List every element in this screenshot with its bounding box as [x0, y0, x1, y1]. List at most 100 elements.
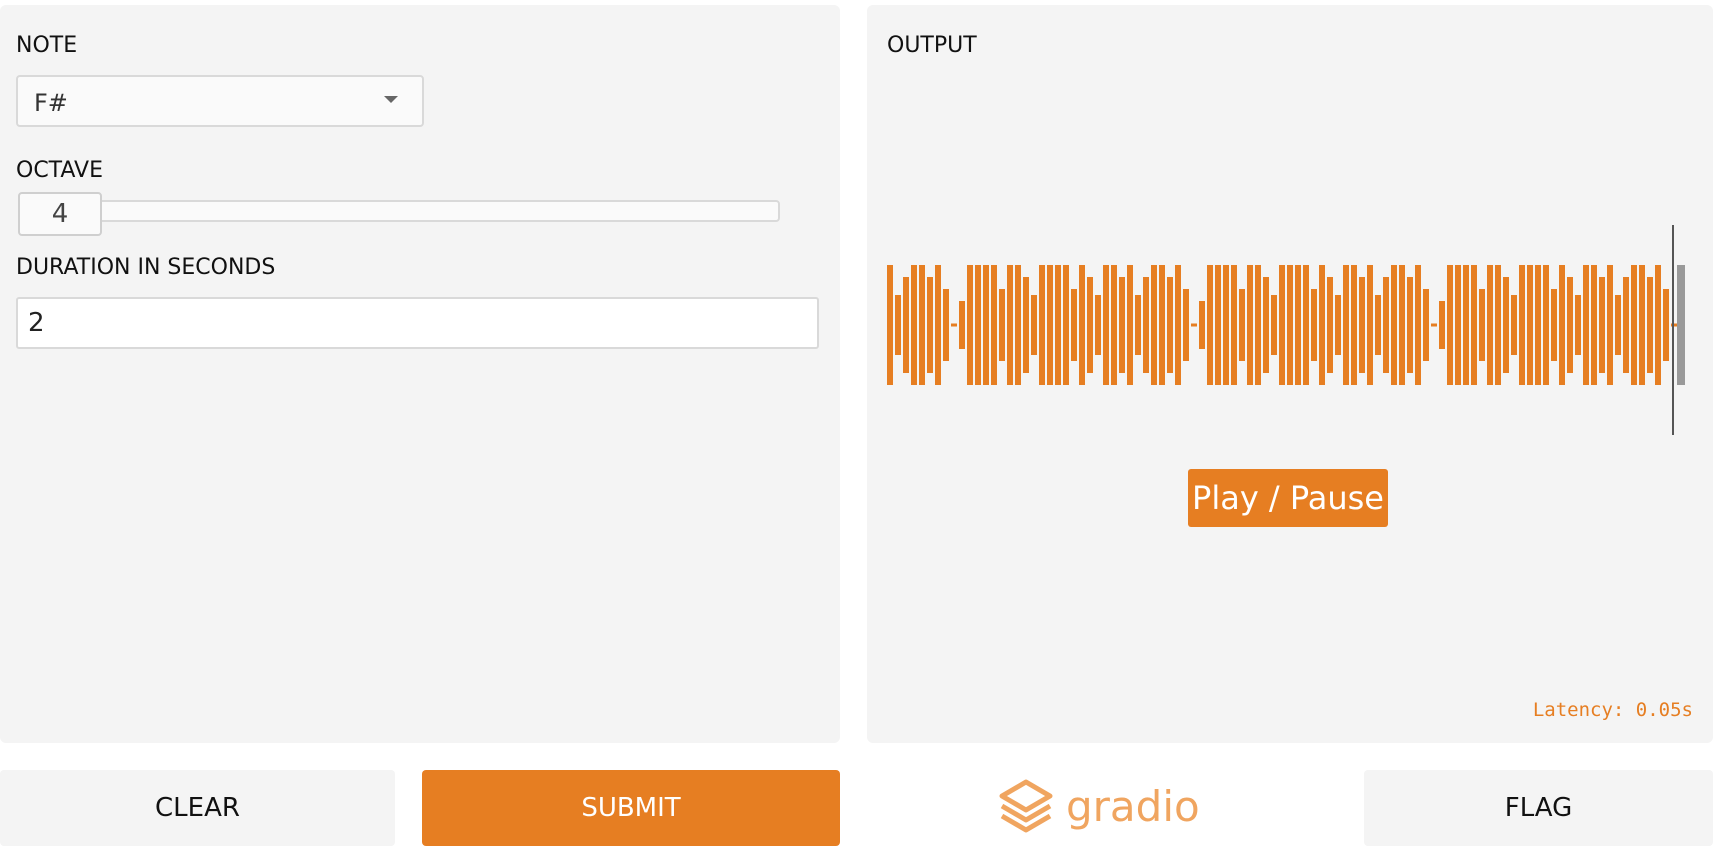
waveform-bar [1143, 277, 1149, 373]
waveform-bar [1007, 265, 1013, 385]
waveform-bar [1615, 295, 1621, 355]
octave-slider-track[interactable] [98, 200, 780, 222]
waveform-bar [975, 265, 981, 385]
waveform-bar [1111, 265, 1117, 385]
waveform-bar [1335, 295, 1341, 355]
submit-button[interactable]: SUBMIT [422, 770, 840, 846]
waveform-bar [1319, 265, 1325, 385]
waveform-bar [1071, 289, 1077, 361]
latency-text: Latency: 0.05s [1532, 699, 1693, 721]
waveform-bar [1279, 265, 1285, 385]
waveform-bar [1431, 323, 1437, 327]
waveform-bar [1471, 265, 1477, 385]
waveform-bar [1191, 323, 1197, 327]
waveform-bar [1327, 277, 1333, 373]
input-panel: NOTE F# OCTAVE 4 DURATION IN SECONDS 2 [0, 5, 840, 743]
waveform-bar [1503, 277, 1509, 373]
waveform-bar [1439, 301, 1445, 349]
waveform-bar [1527, 265, 1533, 385]
octave-label: OCTAVE [16, 158, 104, 183]
note-label: NOTE [16, 33, 78, 58]
waveform-bar [1479, 289, 1485, 361]
waveform-bar [1559, 265, 1565, 385]
waveform-bar [1487, 265, 1493, 385]
waveform-bar [1511, 295, 1517, 355]
waveform-bar [1447, 265, 1453, 385]
waveform-bar [1535, 265, 1541, 385]
waveform-bar [1199, 301, 1205, 349]
waveform-bar [1087, 277, 1093, 373]
waveform-bar [1159, 265, 1165, 385]
audio-waveform[interactable] [887, 205, 1693, 435]
waveform-bar [1239, 289, 1245, 361]
waveform-bar [1383, 277, 1389, 373]
waveform-bar [1207, 265, 1213, 385]
waveform-bar [1375, 295, 1381, 355]
waveform-bar [1495, 265, 1501, 385]
waveform-bar [1287, 265, 1293, 385]
waveform-bar [1103, 265, 1109, 385]
waveform-bar [1423, 289, 1429, 361]
waveform-bar [887, 265, 893, 385]
waveform-bar [1079, 265, 1085, 385]
waveform-bar [1031, 295, 1037, 355]
waveform-bar [919, 265, 925, 385]
waveform-bar [1583, 265, 1589, 385]
flag-button[interactable]: FLAG [1364, 770, 1713, 846]
waveform-bar [1519, 265, 1525, 385]
waveform-bar [1655, 265, 1661, 385]
waveform-bar [1663, 289, 1669, 361]
waveform-bar [1575, 295, 1581, 355]
waveform-bar [1151, 265, 1157, 385]
waveform-bar [1175, 265, 1181, 385]
gradio-logo-icon [999, 779, 1053, 833]
waveform-bar [1303, 265, 1309, 385]
waveform-progress-marker [1677, 265, 1685, 385]
waveform-bar [1415, 265, 1421, 385]
waveform-bar [1391, 265, 1397, 385]
waveform-bar [1055, 265, 1061, 385]
waveform-bar [1063, 265, 1069, 385]
note-dropdown[interactable]: F# [16, 75, 424, 127]
waveform-bar [943, 289, 949, 361]
waveform-bar [1407, 277, 1413, 373]
waveform-bar [1367, 265, 1373, 385]
waveform-bar [1215, 265, 1221, 385]
play-pause-button[interactable]: Play / Pause [1188, 469, 1388, 527]
waveform-bar [1231, 265, 1237, 385]
waveform-bar [1599, 277, 1605, 373]
waveform-bar [1311, 289, 1317, 361]
waveform-bar [951, 323, 957, 327]
waveform-bar [1255, 265, 1261, 385]
waveform-bar [1623, 277, 1629, 373]
duration-input[interactable]: 2 [16, 297, 819, 349]
waveform-bar [1567, 277, 1573, 373]
waveform-bar [1351, 265, 1357, 385]
output-panel: OUTPUT Play / Pause Latency: 0.05s [867, 5, 1713, 743]
waveform-bar [1631, 265, 1637, 385]
duration-label: DURATION IN SECONDS [16, 255, 276, 280]
waveform-bar [1399, 265, 1405, 385]
waveform-bar [1135, 295, 1141, 355]
waveform-bar [1295, 265, 1301, 385]
note-dropdown-value: F# [34, 89, 68, 117]
waveform-bar [903, 277, 909, 373]
waveform-bar [1271, 295, 1277, 355]
chevron-down-icon [384, 96, 398, 103]
waveform-bar [991, 265, 997, 385]
waveform-bar [1263, 277, 1269, 373]
waveform-bar [927, 277, 933, 373]
gradio-logo: gradio [998, 776, 1203, 840]
waveform-bar [1359, 277, 1365, 373]
octave-slider-handle[interactable]: 4 [18, 192, 102, 236]
waveform-bar [1455, 265, 1461, 385]
waveform-bar [1095, 295, 1101, 355]
waveform-bar [1463, 265, 1469, 385]
waveform-bar [1039, 265, 1045, 385]
waveform-bar [1167, 277, 1173, 373]
waveform-bar [1639, 265, 1645, 385]
waveform-bar [1223, 265, 1229, 385]
waveform-bar [1183, 289, 1189, 361]
clear-button[interactable]: CLEAR [0, 770, 395, 846]
waveform-bar [1119, 277, 1125, 373]
